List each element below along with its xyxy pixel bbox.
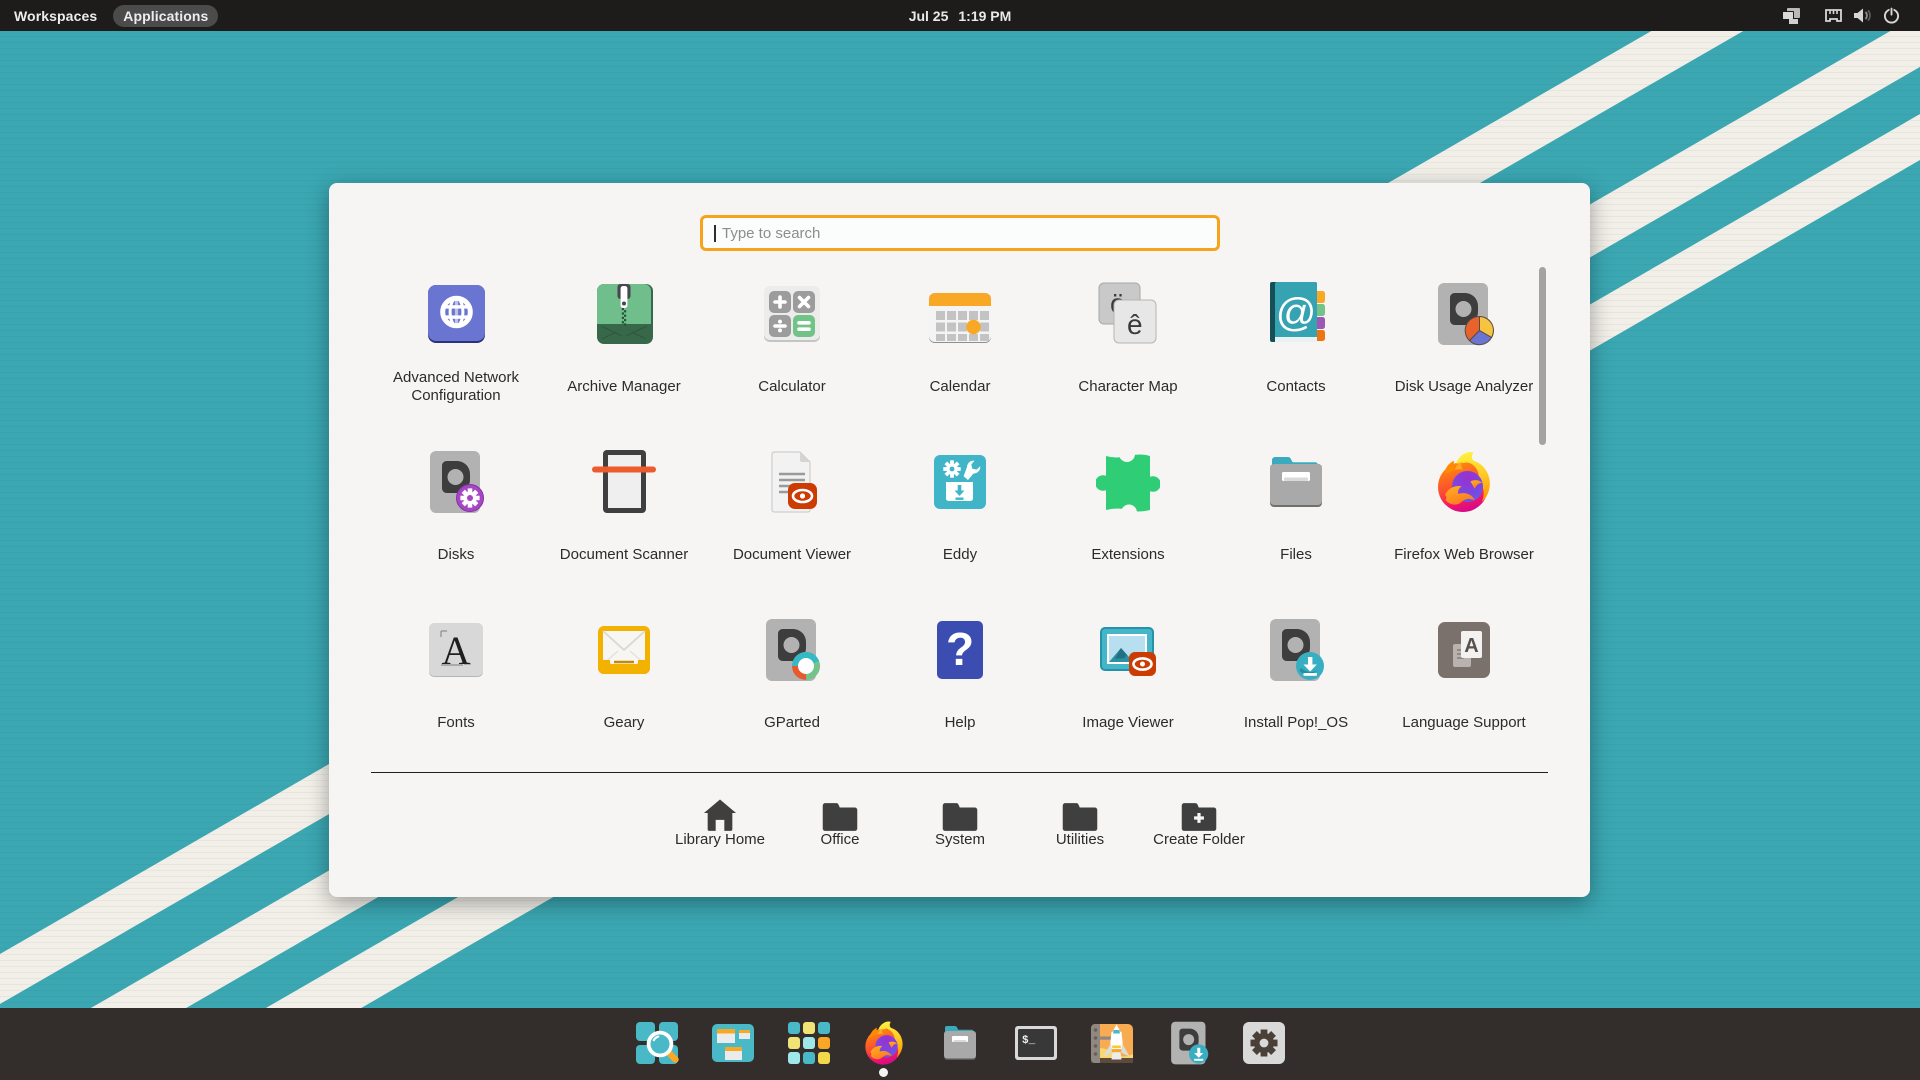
svg-text:A: A	[442, 628, 471, 673]
svg-text:@: @	[1276, 291, 1317, 335]
svg-text:$_: $_	[1022, 1035, 1036, 1047]
svg-text:ê: ê	[1127, 309, 1143, 340]
svg-text:A: A	[1464, 635, 1478, 657]
svg-text:?: ?	[946, 623, 974, 675]
